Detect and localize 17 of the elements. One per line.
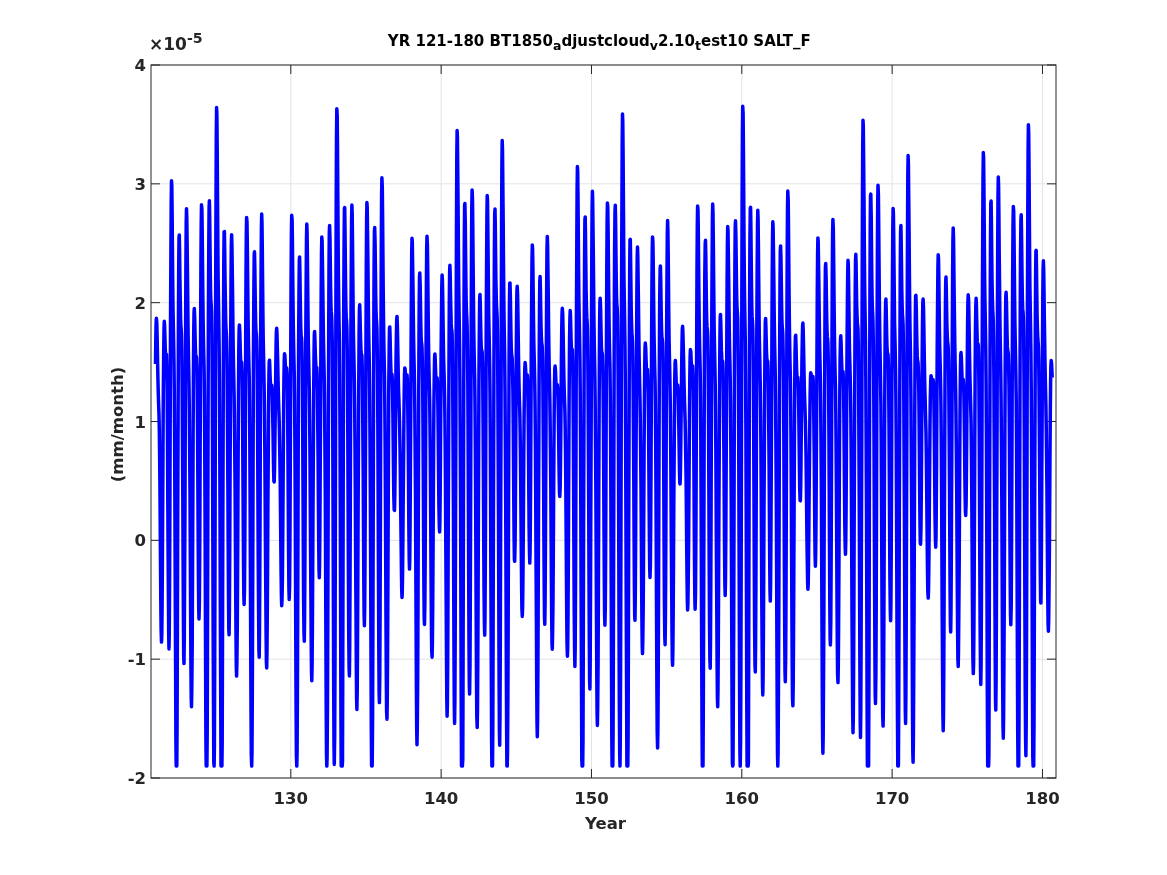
y-tick-label: -1 [127,650,146,670]
y-axis-label: (mm/month) [108,366,127,483]
x-tick-label: 180 [1025,789,1060,808]
x-tick-label: 160 [724,789,760,808]
y-tick-label: -2 [127,769,146,788]
y-tick-label: 0 [134,531,146,551]
y-tick-label: 2 [134,293,146,313]
x-tick-label: 130 [273,789,309,808]
x-tick-label: 170 [874,789,910,808]
y-tick-label: 4 [134,56,146,75]
axis-exponent-label: ×10$^{-5}$ [149,30,203,55]
y-tick-label: 1 [134,412,146,432]
chart-title: YR 121-180 BT1850$_{a}$djustcloud$_{v}$2.10$_{t}$est10 SALT_F [386,32,812,53]
x-axis-label: Year [585,814,626,833]
x-tick-label: 150 [574,789,609,808]
x-tick-label: 140 [423,789,459,808]
y-tick-label: 3 [134,174,146,194]
